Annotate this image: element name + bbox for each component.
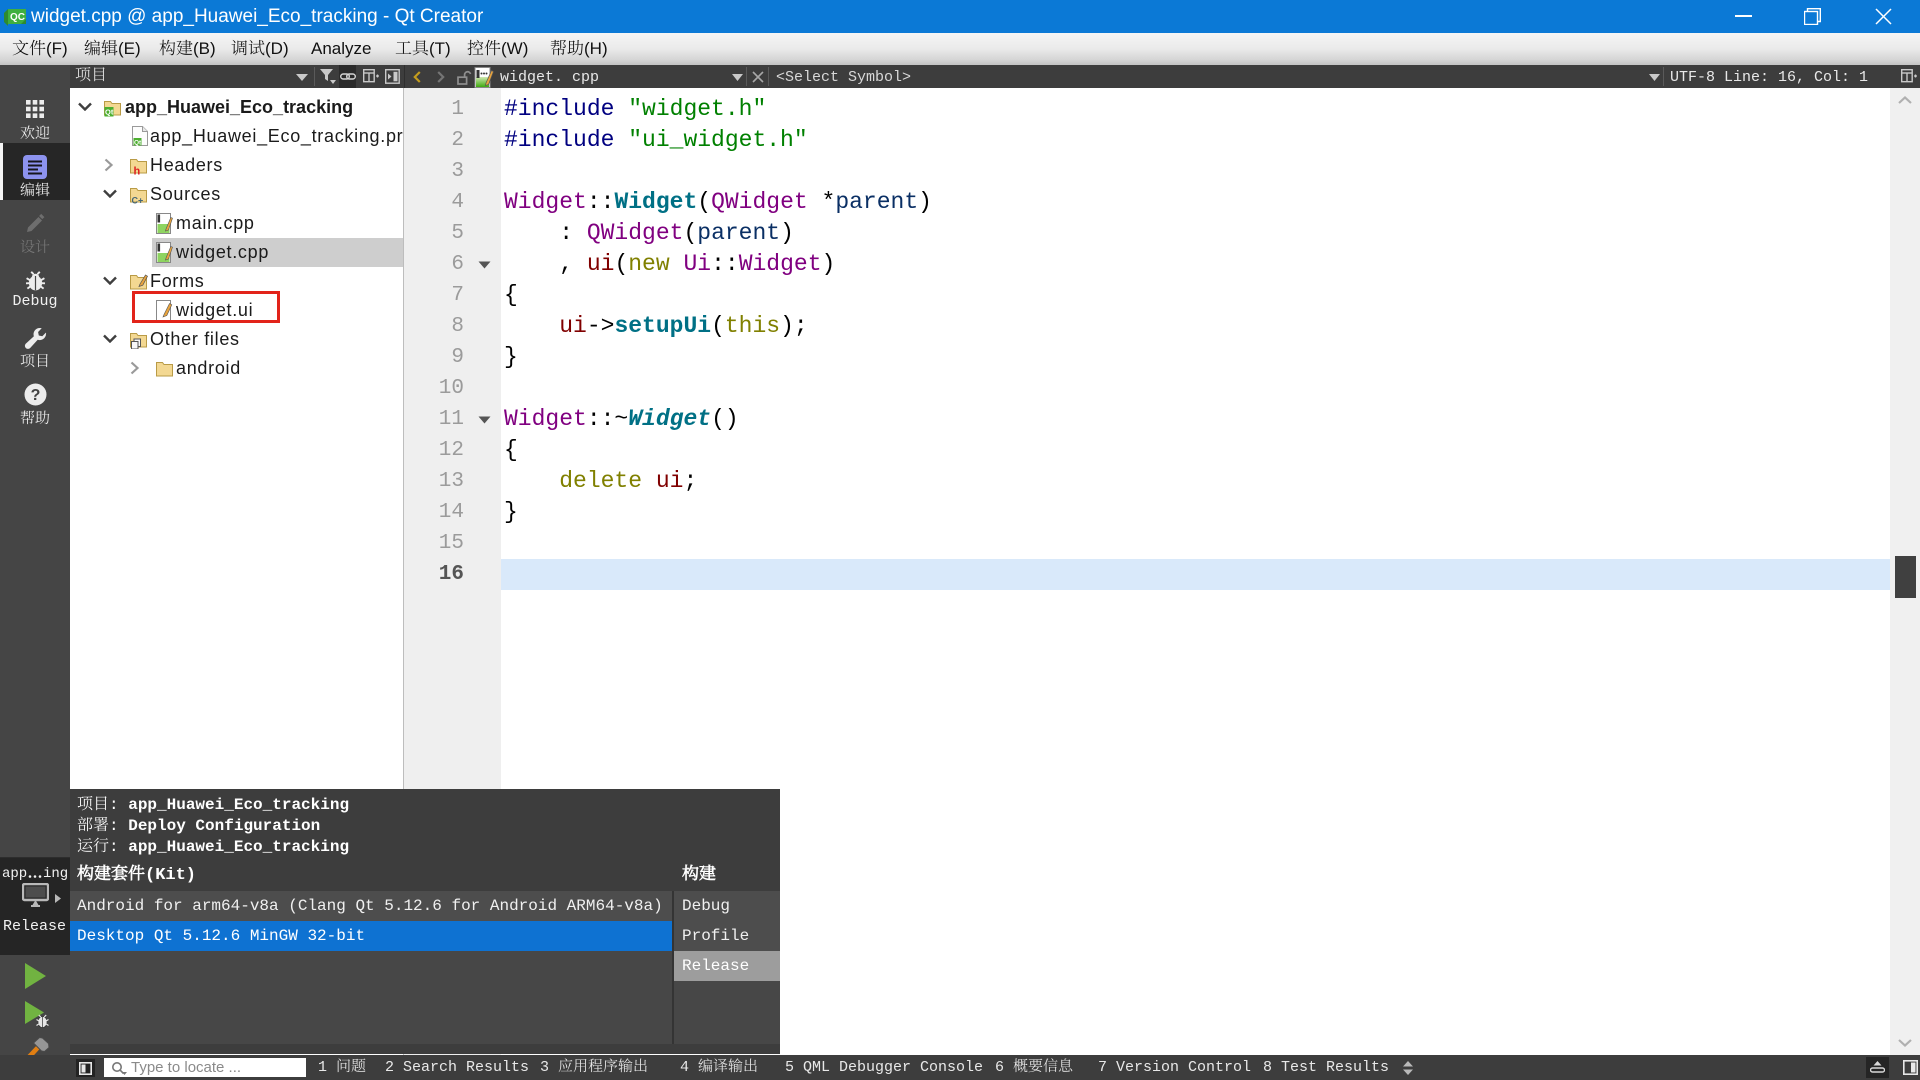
svg-text:C+: C+ bbox=[132, 196, 144, 205]
svg-text:?: ? bbox=[31, 387, 41, 404]
svg-text:Qt: Qt bbox=[134, 140, 142, 147]
svg-text:Qt: Qt bbox=[105, 108, 114, 117]
svg-text:QC: QC bbox=[10, 12, 25, 23]
svg-text:h: h bbox=[134, 166, 141, 176]
